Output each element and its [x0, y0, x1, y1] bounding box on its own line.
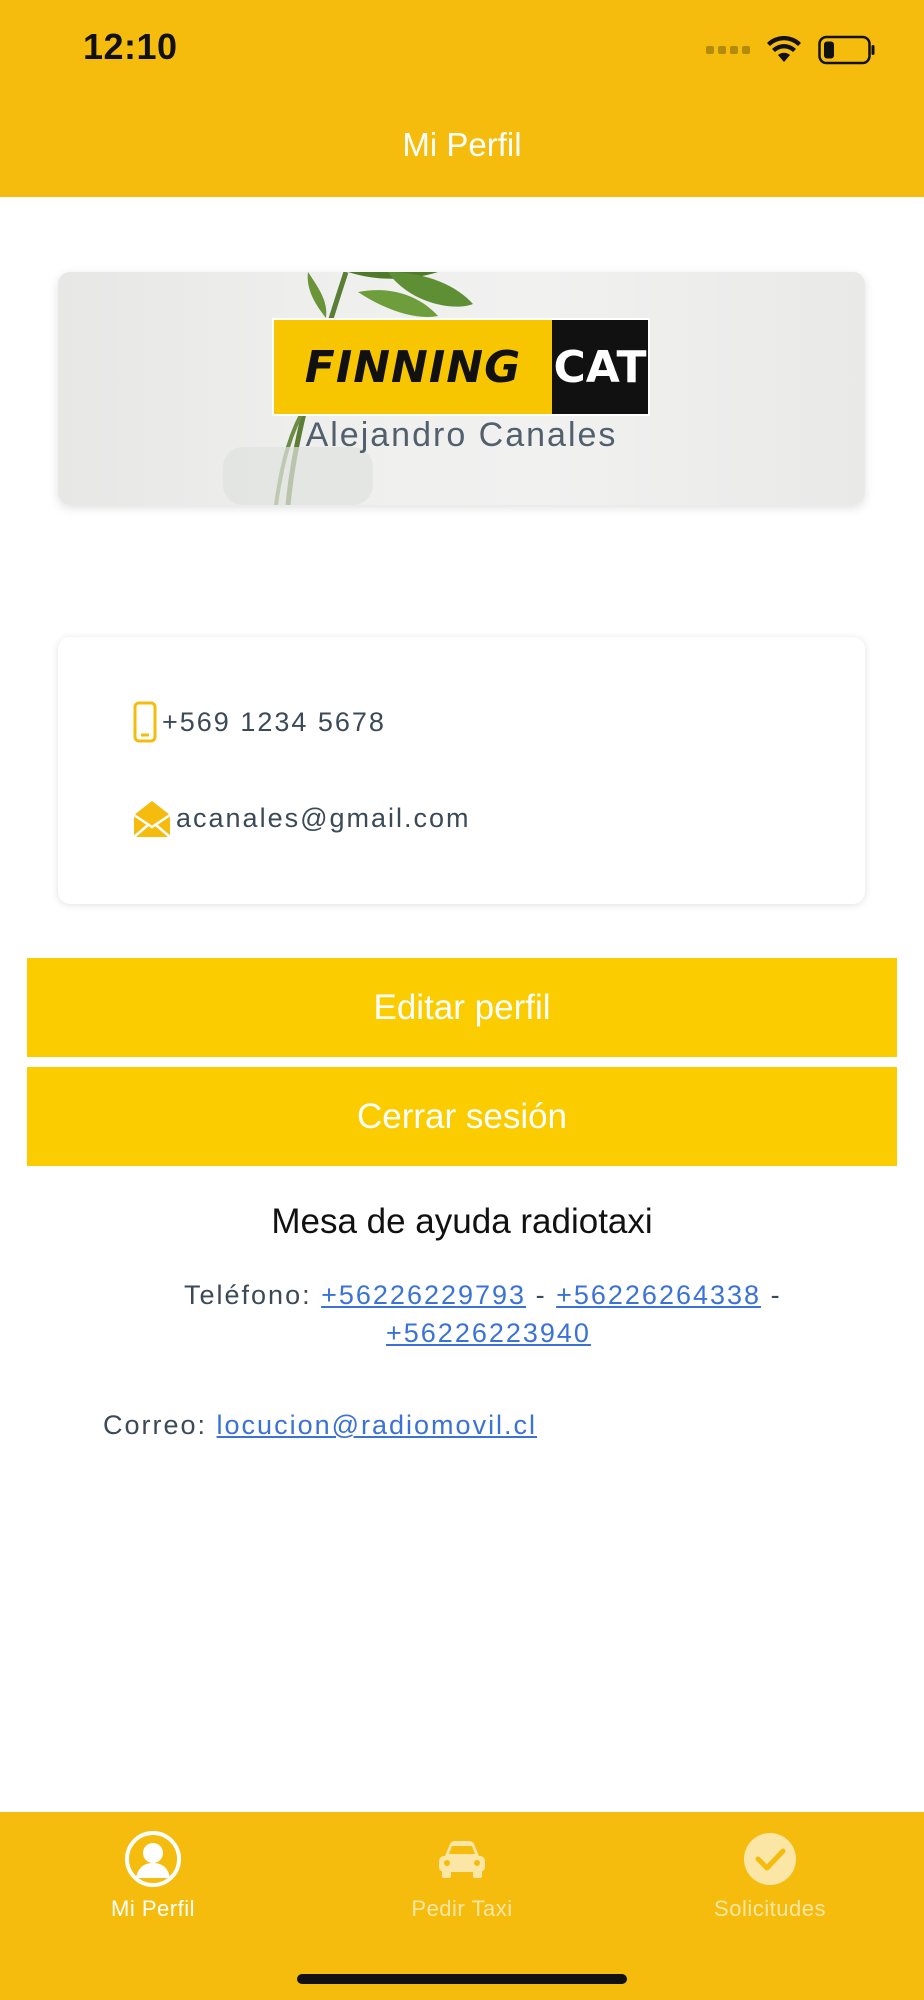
profile-name: Alejandro Canales [305, 416, 618, 454]
page-title: Mi Perfil [402, 126, 522, 163]
bottom-tab-bar: Mi Perfil Pedir Taxi Solicitudes [0, 1812, 924, 2000]
logo-cat-text: CAT [552, 320, 648, 414]
tab-solicitudes[interactable]: Solicitudes [660, 1830, 880, 1940]
tab-pedir-taxi[interactable]: Pedir Taxi [352, 1830, 572, 1940]
tab-mi-perfil[interactable]: Mi Perfil [43, 1830, 263, 1940]
user-profile-icon [125, 1831, 181, 1887]
help-mail-link[interactable]: locucion@radiomovil.cl [217, 1410, 538, 1440]
phone-separator: - [535, 1280, 547, 1310]
taxi-car-icon [439, 1841, 485, 1878]
cellular-signal-icon [706, 46, 750, 54]
phone-separator: - [770, 1280, 782, 1310]
tab-label: Mi Perfil [111, 1896, 195, 1921]
battery-icon [818, 35, 875, 65]
mobile-phone-icon [133, 701, 157, 743]
help-mail: Correo: locucion@radiomovil.cl [103, 1410, 537, 1441]
top-header: 12:10 Mi Perfil [0, 0, 924, 197]
envelope-icon [133, 801, 171, 838]
checkmark-icon [744, 1833, 796, 1885]
wifi-icon [767, 36, 801, 62]
email-row: acanales@gmail.com [132, 797, 471, 839]
help-phone-link-1[interactable]: +56226229793 [321, 1280, 526, 1310]
phone-row: +569 1234 5678 [132, 701, 386, 743]
tab-label: Pedir Taxi [411, 1896, 513, 1921]
profile-banner: FINNING CAT Alejandro Canales [58, 272, 865, 505]
app-screen: 12:10 Mi Perfil FINNING CAT Alejandro Ca… [0, 0, 924, 2000]
help-phones: Teléfono: +56226229793 - +56226264338 - … [184, 1276, 804, 1352]
tab-label: Solicitudes [714, 1896, 826, 1921]
help-title: Mesa de ayuda radiotaxi [271, 1202, 653, 1241]
help-phone-label: Teléfono: [184, 1280, 312, 1310]
logout-button[interactable]: Cerrar sesión [27, 1067, 897, 1166]
help-phone-link-2[interactable]: +56226264338 [556, 1280, 761, 1310]
contact-card: +569 1234 5678 acanales@gmail.com [58, 637, 865, 904]
email-address: acanales@gmail.com [176, 802, 471, 833]
status-time: 12:10 [83, 26, 178, 67]
status-icons [706, 30, 876, 70]
help-phone-link-3[interactable]: +56226223940 [386, 1318, 591, 1348]
home-indicator[interactable] [297, 1974, 627, 1984]
company-logo: FINNING CAT [272, 318, 650, 416]
edit-profile-button[interactable]: Editar perfil [27, 958, 897, 1057]
logo-finning-text: FINNING [274, 320, 552, 414]
help-mail-label: Correo: [103, 1410, 208, 1440]
phone-number: +569 1234 5678 [162, 706, 386, 737]
